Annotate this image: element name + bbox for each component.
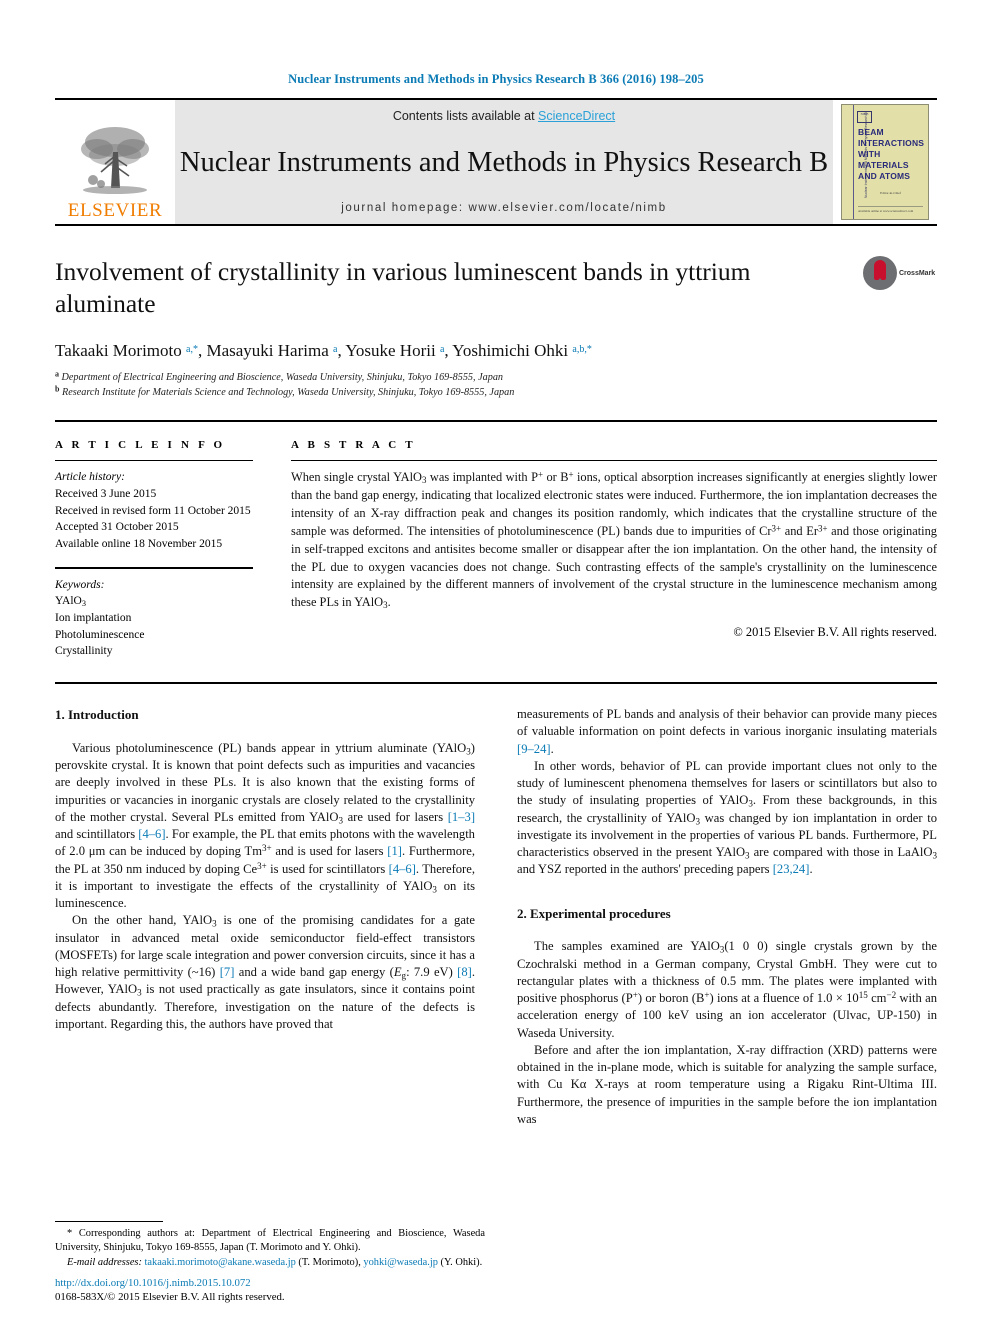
divider-below-abstract	[55, 682, 937, 685]
journal-title: Nuclear Instruments and Methods in Physi…	[179, 146, 829, 178]
journal-cover-thumbnail: Nuclear Instruments and Methods in Physi…	[833, 100, 937, 224]
affiliations: a Department of Electrical Engineering a…	[55, 369, 937, 400]
abstract-rule	[291, 460, 937, 462]
section-heading-experimental: 2. Experimental procedures	[517, 905, 671, 921]
cover-title-line-1: INTERACTIONS	[858, 137, 925, 148]
info-abstract-row: A R T I C L E I N F O Article history: R…	[55, 439, 937, 660]
author-list: Takaaki Morimoto a,*, Masayuki Harima a,…	[55, 341, 592, 361]
cover-title-line-3: MATERIALS	[858, 159, 909, 170]
history-item: Received 3 June 2015	[55, 487, 157, 500]
journal-masthead: ELSEVIER Contents lists available at Sci…	[55, 98, 937, 226]
article-history-label: Article history:	[55, 471, 125, 484]
issn-copyright-line: 0168-583X/© 2015 Elsevier B.V. All right…	[55, 1291, 285, 1304]
footnotes: * Corresponding authors at: Department o…	[55, 1220, 485, 1271]
keywords-rule	[55, 566, 253, 569]
abstract-copyright: © 2015 Elsevier B.V. All rights reserved…	[733, 625, 937, 640]
paragraph: The samples examined are YAlO3(1 0 0) si…	[517, 939, 937, 1040]
cover-title-line-0: BEAM	[858, 127, 884, 137]
running-head: Nuclear Instruments and Methods in Physi…	[288, 72, 704, 86]
journal-homepage-link[interactable]: journal homepage: www.elsevier.com/locat…	[175, 202, 833, 214]
sciencedirect-link[interactable]: ScienceDirect	[538, 109, 615, 123]
paragraph: In other words, behavior of PL can provi…	[517, 758, 937, 877]
body-column-right: measurements of PL bands and analysis of…	[517, 706, 937, 1128]
article-info-heading: A R T I C L E I N F O	[55, 439, 226, 452]
history-item: Accepted 31 October 2015	[55, 521, 179, 534]
paragraph: measurements of PL bands and analysis of…	[517, 707, 937, 756]
journal-band: Contents lists available at ScienceDirec…	[175, 100, 833, 224]
affiliation-a: a Department of Electrical Engineering a…	[55, 369, 504, 384]
affiliation-b-text: Research Institute for Materials Science…	[62, 386, 515, 398]
keyword-item: YAlO3	[55, 595, 86, 609]
crossmark-label: CrossMark	[899, 269, 936, 277]
cover-editor-line: Editor-in-Chief	[880, 191, 901, 195]
abstract-column: A B S T R A C T When single crystal YAlO…	[291, 439, 937, 660]
cover-spine-rule	[853, 105, 854, 219]
keyword-item: Photoluminescence	[55, 628, 145, 641]
title-block: Involvement of crystallinity in various …	[55, 256, 937, 320]
crossmark-icon	[863, 256, 897, 290]
contents-prefix: Contents lists available at	[392, 109, 539, 123]
title-text-wrap: Involvement of crystallinity in various …	[55, 256, 863, 320]
affiliation-a-text: Department of Electrical Engineering and…	[61, 372, 504, 384]
keywords-label: Keywords:	[55, 578, 105, 591]
email-addresses-note: E-mail addresses: takaaki.morimoto@akane…	[67, 1257, 483, 1269]
section-heading-introduction: 1. Introduction	[55, 707, 139, 723]
page-title: Involvement of crystallinity in various …	[55, 257, 751, 319]
paragraph: Before and after the ion implantation, X…	[517, 1042, 937, 1126]
cover-title-line-2: WITH	[858, 148, 881, 159]
affiliation-b: b Research Institute for Materials Scien…	[55, 384, 515, 398]
abstract-text: When single crystal YAlO3 was implanted …	[291, 469, 938, 611]
paper-page: Nuclear Instruments and Methods in Physi…	[0, 0, 992, 1323]
corresponding-author-note: * Corresponding authors at: Department o…	[55, 1227, 485, 1254]
paragraph: Various photoluminescence (PL) bands app…	[55, 740, 476, 911]
paragraph: On the other hand, YAlO3 is one of the p…	[55, 913, 476, 1031]
keyword-item: Ion implantation	[55, 612, 132, 625]
history-item: Received in revised form 11 October 2015	[55, 504, 251, 517]
elsevier-wordmark: ELSEVIER	[67, 200, 163, 221]
body-column-left: 1. Introduction Various photoluminescenc…	[55, 706, 475, 1128]
footnote-rule	[55, 1220, 163, 1222]
abstract-heading: A B S T R A C T	[291, 439, 416, 452]
contents-line: Contents lists available at ScienceDirec…	[175, 109, 833, 123]
cover-title-line-4: AND ATOMS	[858, 170, 911, 181]
elsevier-logo: ELSEVIER	[55, 100, 175, 224]
elsevier-tree-icon	[81, 127, 149, 194]
doi-block: http://dx.doi.org/10.1016/j.nimb.2015.10…	[55, 1276, 485, 1305]
keyword-item: Crystallinity	[55, 645, 113, 658]
cover-bottom-line: Available online at www.sciencedirect.co…	[858, 206, 923, 213]
body-columns: 1. Introduction Various photoluminescenc…	[55, 706, 937, 1128]
article-info-column: A R T I C L E I N F O Article history: R…	[55, 439, 291, 660]
cover-publisher-badge: NIMB	[857, 111, 872, 123]
cover-title: BEAM INTERACTIONS WITH MATERIALS AND ATO…	[858, 127, 924, 181]
history-item: Available online 18 November 2015	[55, 538, 223, 550]
divider-above-info	[55, 420, 937, 423]
article-info-rule	[55, 460, 253, 462]
doi-link[interactable]: http://dx.doi.org/10.1016/j.nimb.2015.10…	[55, 1276, 485, 1291]
crossmark-badge[interactable]: CrossMark	[863, 256, 937, 290]
